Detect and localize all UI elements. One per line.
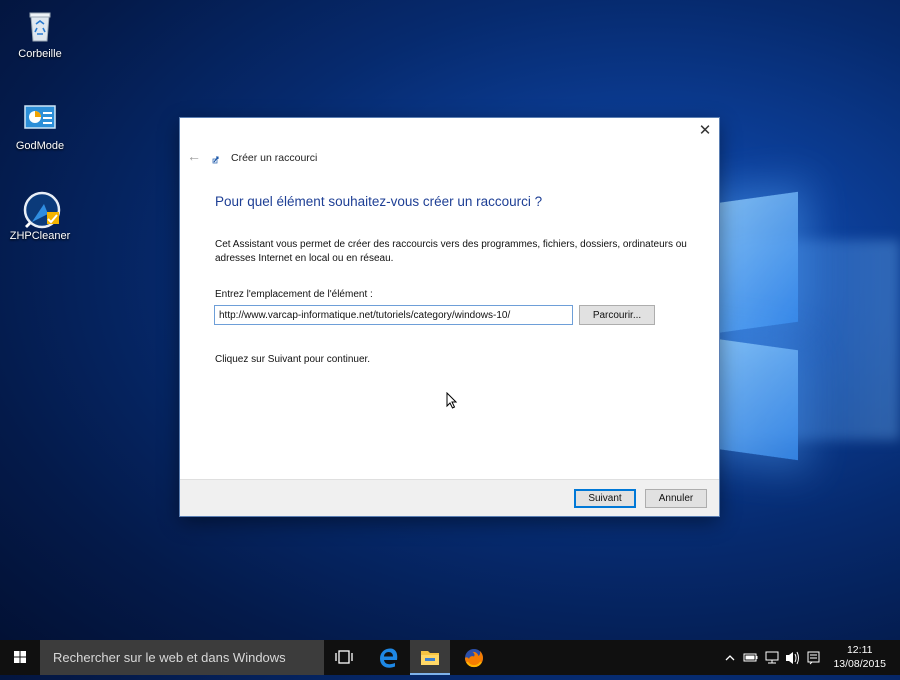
start-button[interactable] xyxy=(0,640,40,675)
battery-icon[interactable] xyxy=(743,653,758,662)
create-shortcut-dialog: ✕ ← Créer un raccourci Pour quel élément… xyxy=(180,118,719,516)
desktop-icon-godmode[interactable]: GodMode xyxy=(6,100,74,152)
browse-button[interactable]: Parcourir... xyxy=(579,305,655,325)
clock-time: 12:11 xyxy=(846,644,873,656)
edge-taskbar-button[interactable] xyxy=(368,640,408,675)
file-explorer-taskbar-button[interactable] xyxy=(410,640,450,675)
firefox-taskbar-button[interactable] xyxy=(454,640,494,675)
continue-hint: Cliquez sur Suivant pour continuer. xyxy=(215,354,371,365)
task-view-button[interactable] xyxy=(324,640,364,675)
edge-icon xyxy=(380,648,398,668)
close-icon[interactable]: ✕ xyxy=(697,122,713,140)
mouse-cursor-icon xyxy=(446,391,458,409)
network-icon[interactable] xyxy=(765,651,779,664)
desktop-icon-label: Corbeille xyxy=(18,48,62,60)
file-explorer-icon xyxy=(421,651,439,665)
desktop-icon-label: GodMode xyxy=(15,140,65,152)
action-center-icon[interactable] xyxy=(807,651,820,665)
show-desktop-button[interactable] xyxy=(890,640,900,675)
task-view-icon xyxy=(335,650,353,664)
back-arrow-icon[interactable]: ← xyxy=(187,148,201,164)
wizard-title: Créer un raccourci xyxy=(231,152,318,164)
chevron-up-icon[interactable] xyxy=(725,655,735,661)
system-tray xyxy=(722,640,822,675)
location-label: Entrez l'emplacement de l'élément : xyxy=(215,289,373,300)
dialog-footer: Suivant Annuler xyxy=(180,479,719,516)
clock[interactable]: 12:11 13/08/2015 xyxy=(833,643,886,671)
windows-logo-icon xyxy=(14,651,26,663)
cancel-button[interactable]: Annuler xyxy=(645,489,707,508)
shortcut-arrow-icon xyxy=(212,151,222,164)
volume-icon[interactable] xyxy=(786,651,799,665)
clock-date: 13/08/2015 xyxy=(833,658,886,670)
location-input[interactable] xyxy=(214,305,573,325)
search-input[interactable]: Rechercher sur le web et dans Windows xyxy=(40,640,324,675)
wizard-heading: Pour quel élément souhaitez-vous créer u… xyxy=(215,194,543,209)
next-button[interactable]: Suivant xyxy=(574,489,636,508)
recycle-bin-icon xyxy=(22,8,58,44)
zhpcleaner-icon xyxy=(22,190,61,229)
desktop-icon-recycle-bin[interactable]: Corbeille xyxy=(6,8,74,60)
desktop-icon-zhpcleaner[interactable]: ZHPCleaner xyxy=(6,190,74,242)
firefox-icon xyxy=(465,649,483,668)
wizard-description: Cet Assistant vous permet de créer des r… xyxy=(215,239,687,264)
control-panel-icon xyxy=(22,100,58,136)
taskbar: Rechercher sur le web et dans Windows 12… xyxy=(0,640,900,675)
desktop-icon-label: ZHPCleaner xyxy=(9,230,71,242)
